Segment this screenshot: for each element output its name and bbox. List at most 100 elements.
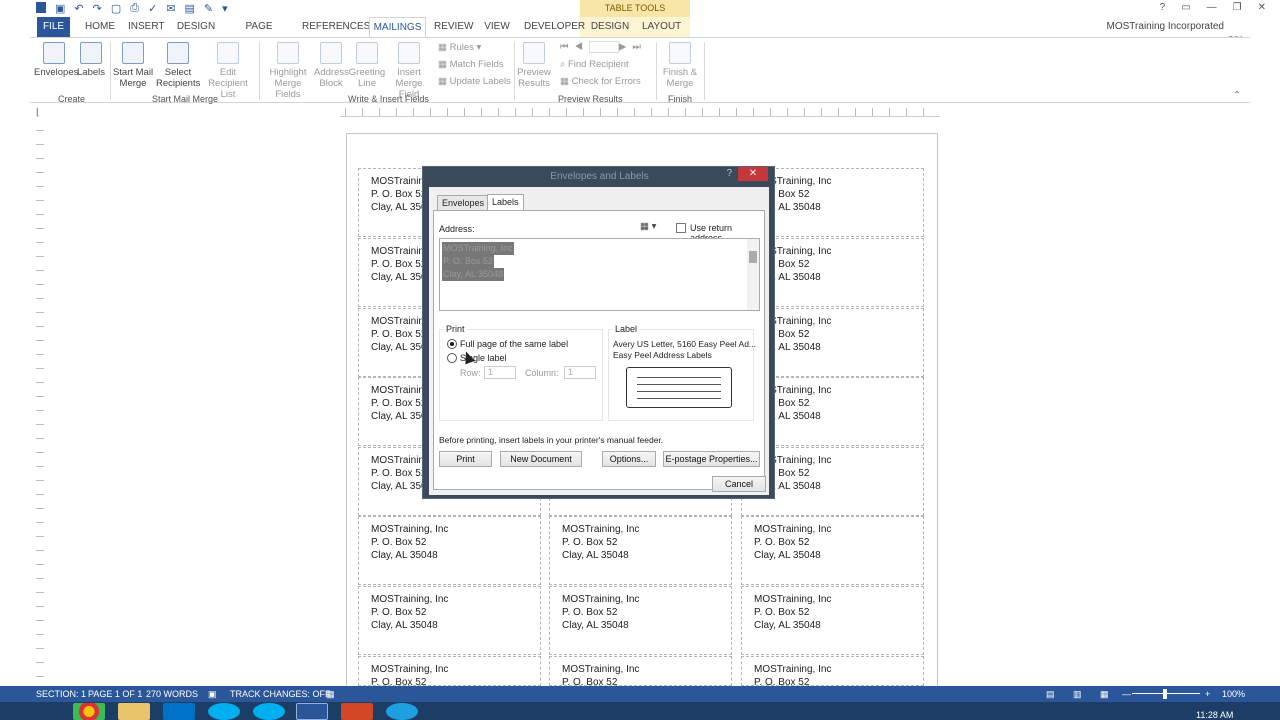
highlight-merge-fields-button[interactable]: Highlight Merge Fields bbox=[262, 42, 314, 100]
chrome-icon[interactable] bbox=[73, 703, 105, 720]
group-write-label: Write & Insert Fields bbox=[348, 94, 429, 104]
status-section[interactable]: SECTION: 1 bbox=[36, 689, 86, 699]
tab-view[interactable]: VIEW bbox=[480, 17, 514, 37]
epostage-properties-button[interactable]: E-postage Properties... bbox=[663, 451, 760, 467]
edit-recipient-list-button[interactable]: Edit Recipient List bbox=[202, 42, 254, 100]
rules-button[interactable]: ▦ Rules ▾ bbox=[438, 42, 481, 53]
tab-envelopes[interactable]: Envelopes bbox=[437, 195, 490, 211]
web-layout-icon[interactable]: ▦ bbox=[1100, 689, 1109, 700]
macro-icon[interactable]: ▦ bbox=[326, 689, 335, 700]
cancel-button[interactable]: Cancel bbox=[712, 476, 766, 492]
print-button[interactable]: Print bbox=[439, 451, 492, 467]
edit-list-icon bbox=[217, 42, 239, 64]
print-group-label: Print bbox=[444, 324, 467, 334]
zoom-slider-thumb[interactable] bbox=[1163, 689, 1167, 699]
help-icon[interactable]: ? bbox=[726, 168, 732, 179]
word-taskbar-icon[interactable] bbox=[296, 703, 328, 720]
label-cell[interactable]: MOSTraining, IncP. O. Box 52Clay, AL 350… bbox=[358, 656, 541, 686]
dialog-close-button[interactable]: ✕ bbox=[738, 167, 768, 181]
tab-design[interactable]: DESIGN bbox=[176, 17, 216, 37]
status-track-changes[interactable]: TRACK CHANGES: OFF bbox=[230, 689, 331, 699]
status-words[interactable]: 270 WORDS bbox=[146, 689, 198, 699]
tab-page-layout[interactable]: PAGE LAYOUT bbox=[226, 17, 292, 52]
full-page-radio[interactable] bbox=[447, 339, 457, 349]
read-mode-icon[interactable]: ▤ bbox=[1046, 689, 1055, 700]
powerpoint-icon[interactable] bbox=[341, 703, 373, 720]
start-mail-merge-button[interactable]: Start Mail Merge bbox=[112, 42, 154, 89]
scroll-thumb[interactable] bbox=[749, 251, 757, 263]
status-page[interactable]: PAGE 1 OF 1 bbox=[88, 689, 142, 699]
label-cell[interactable]: MOSTraining, IncP. O. Box 52Clay, AL 350… bbox=[549, 516, 732, 585]
label-line3: Clay, AL 35048 bbox=[754, 481, 821, 492]
print-layout-icon[interactable]: ▥ bbox=[1073, 689, 1082, 700]
tab-home[interactable]: HOME bbox=[80, 17, 120, 37]
group-start-label: Start Mail Merge bbox=[152, 94, 219, 104]
label-line1: MOSTraining, Inc bbox=[754, 176, 832, 187]
collapse-ribbon-icon[interactable]: ⌃ bbox=[1233, 90, 1241, 101]
ribbon-display-icon[interactable]: ▭ bbox=[1181, 2, 1190, 13]
label-line1: MOSTraining, Inc bbox=[754, 316, 832, 327]
preview-results-button[interactable]: Preview Results bbox=[516, 42, 552, 89]
envelopes-button[interactable]: Envelopes bbox=[34, 42, 78, 78]
record-navigation[interactable]: ⏮◀ ▶⏭ bbox=[560, 41, 647, 53]
address-book-icon[interactable]: ▦ ▾ bbox=[640, 221, 656, 232]
label-cell[interactable]: MOSTraining, IncP. O. Box 52Clay, AL 350… bbox=[741, 656, 924, 686]
label-cell[interactable]: MOSTraining, IncP. O. Box 52Clay, AL 350… bbox=[741, 586, 924, 655]
tab-selector-icon[interactable]: ⌊ bbox=[36, 107, 40, 118]
ie-icon[interactable] bbox=[386, 703, 418, 720]
tab-file[interactable]: FILE bbox=[37, 17, 70, 37]
tab-table-layout[interactable]: LAYOUT bbox=[642, 17, 681, 37]
tab-labels[interactable]: Labels bbox=[487, 194, 524, 211]
clock[interactable]: 11:28 AM bbox=[1196, 710, 1233, 720]
address-scrollbar[interactable] bbox=[747, 239, 759, 310]
zoom-out-icon[interactable]: — bbox=[1122, 689, 1131, 699]
find-recipient-button[interactable]: ⌕ Find Recipient bbox=[560, 59, 629, 70]
row-input[interactable]: 1 bbox=[484, 366, 516, 379]
label-cell[interactable]: MOSTraining, IncP. O. Box 52Clay, AL 350… bbox=[358, 586, 541, 655]
tab-references[interactable]: REFERENCES bbox=[302, 17, 370, 37]
options-button[interactable]: Options... bbox=[602, 451, 656, 467]
zoom-in-icon[interactable]: + bbox=[1205, 689, 1210, 699]
record-number-field[interactable] bbox=[589, 41, 620, 53]
label-product-name: Avery US Letter, 5160 Easy Peel Ad... bbox=[613, 339, 757, 349]
label-line2: P. O. Box 52 bbox=[754, 677, 810, 686]
tab-mailings[interactable]: MAILINGS bbox=[369, 17, 426, 37]
tab-developer[interactable]: DEVELOPER bbox=[524, 17, 585, 37]
tab-table-design[interactable]: DESIGN bbox=[590, 17, 630, 37]
label-cell[interactable]: MOSTraining, IncP. O. Box 52Clay, AL 350… bbox=[549, 656, 732, 686]
label-cell[interactable]: MOSTraining, IncP. O. Box 52Clay, AL 350… bbox=[741, 516, 924, 585]
zoom-level[interactable]: 100% bbox=[1222, 689, 1245, 699]
help-icon[interactable]: ? bbox=[1160, 2, 1166, 13]
label-group[interactable]: Label Avery US Letter, 5160 Easy Peel Ad… bbox=[608, 324, 757, 421]
proofing-icon[interactable]: ▣ bbox=[208, 689, 217, 700]
label-cell[interactable]: MOSTraining, IncP. O. Box 52Clay, AL 350… bbox=[549, 586, 732, 655]
address-block-button[interactable]: Address Block bbox=[314, 42, 349, 89]
label-cell[interactable]: MOSTraining, IncP. O. Box 52Clay, AL 350… bbox=[358, 516, 541, 585]
label-line1: MOSTraining, Inc bbox=[562, 524, 640, 535]
check-errors-button[interactable]: ▦ Check for Errors bbox=[560, 76, 641, 87]
single-label-radio[interactable] bbox=[447, 353, 457, 363]
greeting-line-button[interactable]: Greeting Line bbox=[348, 42, 386, 89]
outlook-icon[interactable] bbox=[163, 703, 195, 720]
use-return-address-checkbox[interactable] bbox=[676, 223, 686, 233]
skype-icon-2[interactable] bbox=[253, 703, 285, 720]
skype-icon[interactable] bbox=[208, 703, 240, 720]
restore-icon[interactable]: ❐ bbox=[1233, 2, 1242, 13]
update-labels-button[interactable]: ▦ Update Labels bbox=[438, 76, 511, 87]
minimize-icon[interactable]: — bbox=[1207, 2, 1217, 13]
close-window-icon[interactable]: ✕ bbox=[1258, 2, 1266, 13]
column-input[interactable]: 1 bbox=[564, 366, 596, 379]
label-group-label: Label bbox=[613, 324, 640, 334]
finish-merge-button[interactable]: Finish & Merge bbox=[660, 42, 700, 89]
match-fields-button[interactable]: ▦ Match Fields bbox=[438, 59, 503, 70]
insert-merge-field-button[interactable]: Insert Merge Field bbox=[386, 42, 432, 100]
label-line3: Clay, AL 35048 bbox=[754, 620, 821, 631]
address-textarea[interactable]: MOSTraining, Inc P. O. Box 52 Clay, AL 3… bbox=[439, 238, 760, 311]
tab-review[interactable]: REVIEW bbox=[434, 17, 473, 37]
new-document-button[interactable]: New Document bbox=[500, 451, 582, 467]
tab-insert[interactable]: INSERT bbox=[128, 17, 165, 37]
labels-button[interactable]: Labels bbox=[76, 42, 106, 78]
file-explorer-icon[interactable] bbox=[118, 703, 150, 720]
select-recipients-button[interactable]: Select Recipients bbox=[156, 42, 200, 89]
account-name[interactable]: MOSTraining Incorporated bbox=[1107, 21, 1224, 32]
